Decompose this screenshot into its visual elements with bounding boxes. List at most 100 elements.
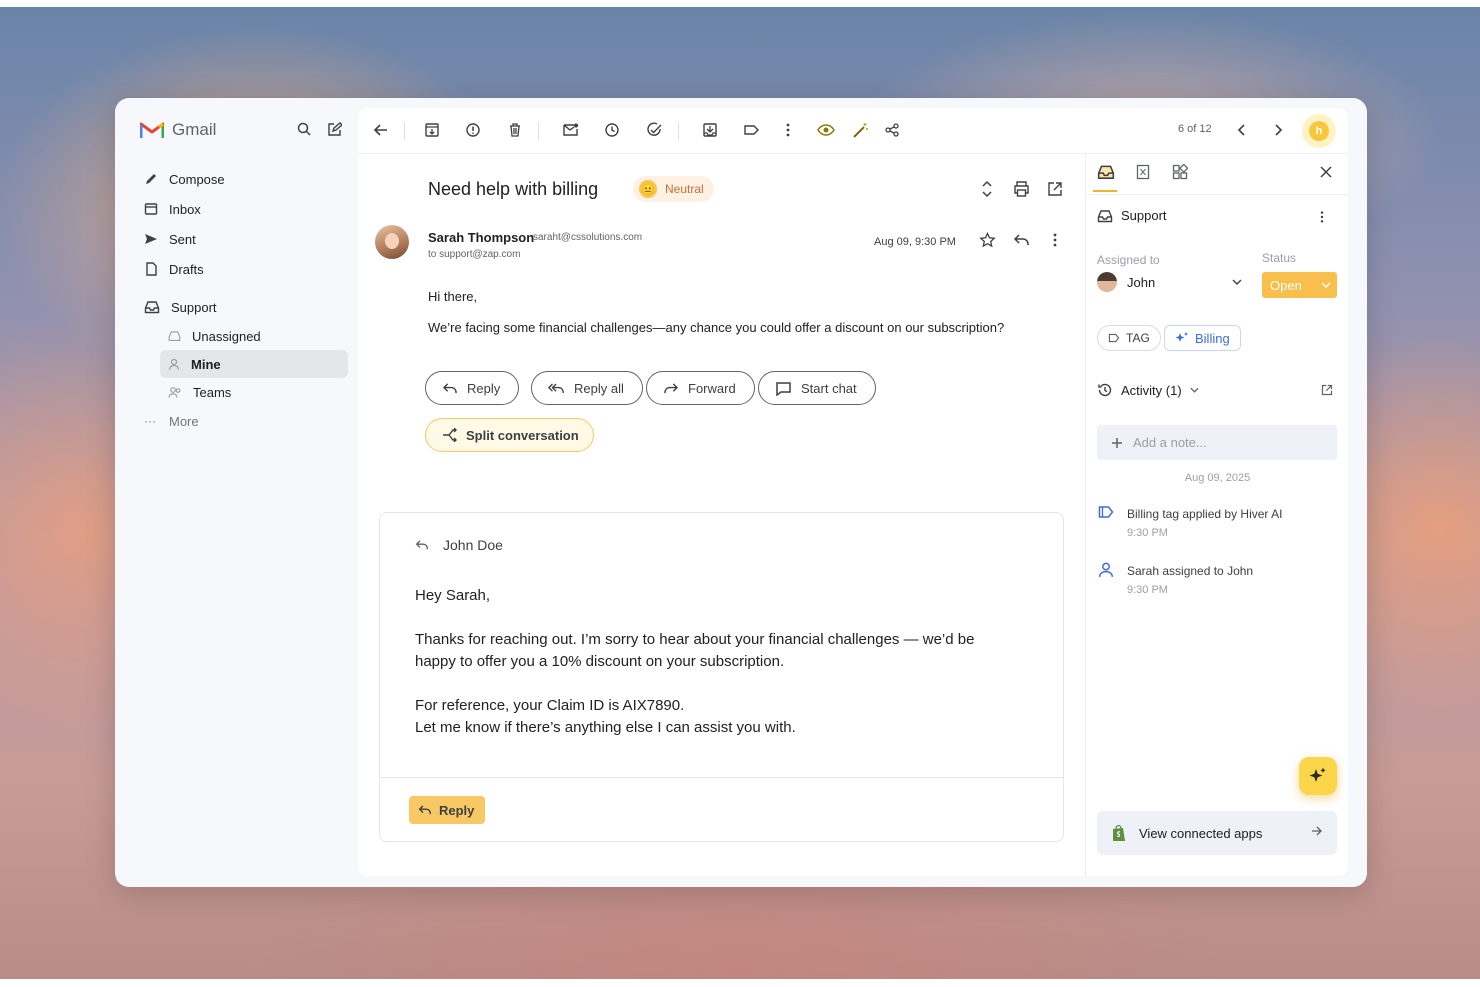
sparkle-icon [1175, 332, 1188, 342]
sidebar-item-label: More [169, 413, 199, 429]
sidebar-item-support[interactable]: Support [140, 292, 348, 322]
send-reply-label: Reply [439, 802, 475, 818]
assignee-name: John [1127, 274, 1156, 290]
chevron-left-icon[interactable] [1234, 122, 1250, 138]
history-icon [1098, 383, 1112, 397]
tag-button-label: TAG [1126, 331, 1150, 345]
sidebar-item-more[interactable]: ··· More [140, 406, 348, 436]
hiver-account-avatar[interactable]: h [1302, 114, 1336, 148]
gmail-logo[interactable]: Gmail [140, 120, 216, 140]
tag-icon [1098, 506, 1114, 518]
sidebar-item-sent[interactable]: Sent [140, 224, 348, 254]
sidebar-item-compose[interactable]: Compose [140, 164, 348, 194]
activity-text: Sarah assigned to John [1127, 564, 1254, 578]
more-dots-icon: ··· [144, 414, 156, 428]
archive-icon[interactable] [424, 122, 440, 138]
magic-wand-icon[interactable] [852, 122, 869, 139]
activity-text: Billing tag applied by Hiver AI [1127, 507, 1283, 521]
arrow-right-icon [1312, 826, 1322, 836]
activity-item: Sarah assigned to John 9:30 PM [1097, 562, 1253, 600]
tab-apps[interactable] [1172, 164, 1188, 180]
more-vert-icon[interactable] [785, 122, 791, 138]
start-chat-button[interactable]: Start chat [758, 371, 876, 405]
sparkle-icon [1309, 767, 1326, 782]
eye-icon[interactable] [817, 122, 835, 138]
email-toolbar: 6 of 12 h [358, 108, 1348, 154]
shared-inbox-icon [1097, 165, 1115, 179]
draft-line-4: Let me know if there’s anything else I c… [415, 719, 796, 736]
move-to-icon[interactable] [702, 122, 718, 138]
chat-bubble-icon [776, 381, 791, 396]
ai-assistant-button[interactable] [1299, 757, 1337, 795]
start-chat-button-label: Start chat [801, 380, 857, 396]
sidebar-item-mine[interactable]: Mine [160, 350, 348, 378]
sentiment-label: Neutral [665, 182, 704, 196]
activity-item: Billing tag applied by Hiver AI 9:30 PM [1097, 505, 1282, 543]
report-spam-icon[interactable] [465, 122, 481, 138]
assignee-dropdown[interactable]: John [1097, 272, 1242, 292]
split-conversation-button[interactable]: Split conversation [425, 418, 594, 452]
chevron-right-icon[interactable] [1270, 122, 1286, 138]
open-in-new-window-icon[interactable] [1046, 180, 1064, 198]
chevron-down-icon [1321, 282, 1331, 289]
split-conversation-label: Split conversation [466, 427, 579, 443]
shared-inbox-icon [1097, 209, 1113, 222]
reply-button[interactable]: Reply [425, 371, 520, 405]
email-subject: Need help with billing [428, 179, 599, 199]
mark-unread-icon[interactable] [562, 122, 579, 138]
forward-button-label: Forward [688, 380, 736, 396]
sidebar-item-inbox[interactable]: Inbox [140, 194, 348, 224]
status-dropdown[interactable]: Open [1262, 272, 1337, 298]
search-icon[interactable] [295, 120, 313, 138]
tab-contact[interactable] [1136, 164, 1150, 180]
snooze-clock-icon[interactable] [604, 122, 620, 138]
more-vert-icon[interactable] [1046, 231, 1064, 249]
sidebar-item-label: Inbox [169, 201, 201, 217]
app-window: Gmail Compose Inbox Sent Drafts Support … [115, 98, 1367, 887]
forward-icon [664, 382, 679, 393]
status-value: Open [1270, 277, 1302, 293]
tab-conversation[interactable] [1097, 164, 1115, 180]
people-icon [168, 387, 181, 398]
add-note-input[interactable]: Add a note... [1097, 425, 1337, 460]
status-label: Status [1262, 251, 1297, 265]
sidebar-item-drafts[interactable]: Drafts [140, 254, 348, 284]
send-reply-button[interactable]: Reply [409, 796, 486, 824]
print-icon[interactable] [1012, 180, 1030, 198]
recipient-line: to support@zap.com [428, 249, 521, 260]
add-task-icon[interactable] [646, 122, 663, 138]
sidebar-item-unassigned[interactable]: Unassigned [140, 322, 348, 350]
billing-tag-label: Billing [1195, 330, 1230, 346]
hiver-side-panel: Support Assigned to Status John Open TAG [1087, 154, 1348, 876]
forward-button[interactable]: Forward [646, 371, 755, 405]
apps-grid-icon [1172, 164, 1188, 180]
expand-collapse-icon[interactable] [978, 180, 996, 198]
view-connected-apps-button[interactable]: View connected apps [1097, 811, 1337, 855]
activity-time: 9:30 PM [1127, 584, 1168, 596]
avatar [1097, 272, 1117, 292]
send-icon [145, 234, 157, 244]
shopify-bag-icon [1113, 824, 1125, 841]
compose-edit-icon[interactable] [325, 120, 343, 138]
sidebar-nav: Compose Inbox Sent Drafts Support Unassi… [140, 164, 348, 436]
billing-tag-chip[interactable]: Billing [1164, 325, 1241, 351]
close-icon[interactable] [1319, 165, 1333, 179]
sidebar-item-teams[interactable]: Teams [140, 378, 348, 406]
reply-icon [442, 382, 457, 393]
sidebar-item-label: Teams [193, 384, 232, 400]
reply-all-button[interactable]: Reply all [531, 371, 643, 405]
open-in-new-window-icon[interactable] [1321, 384, 1333, 396]
draft-line-3: For reference, your Claim ID is AIX7890. [415, 697, 685, 714]
more-vert-icon[interactable] [1319, 210, 1325, 224]
activity-toggle[interactable]: Activity (1) [1097, 382, 1199, 398]
share-icon[interactable] [884, 122, 900, 138]
note-placeholder: Add a note... [1133, 435, 1207, 450]
reply-icon[interactable] [1012, 231, 1030, 249]
back-arrow-icon[interactable] [373, 122, 389, 138]
add-tag-button[interactable]: TAG [1097, 325, 1161, 351]
shared-inbox-name: Support [1097, 208, 1167, 223]
label-icon[interactable] [743, 122, 760, 138]
delete-icon[interactable] [507, 122, 523, 138]
pagination-text: 6 of 12 [1178, 123, 1212, 135]
star-icon[interactable] [978, 231, 996, 249]
